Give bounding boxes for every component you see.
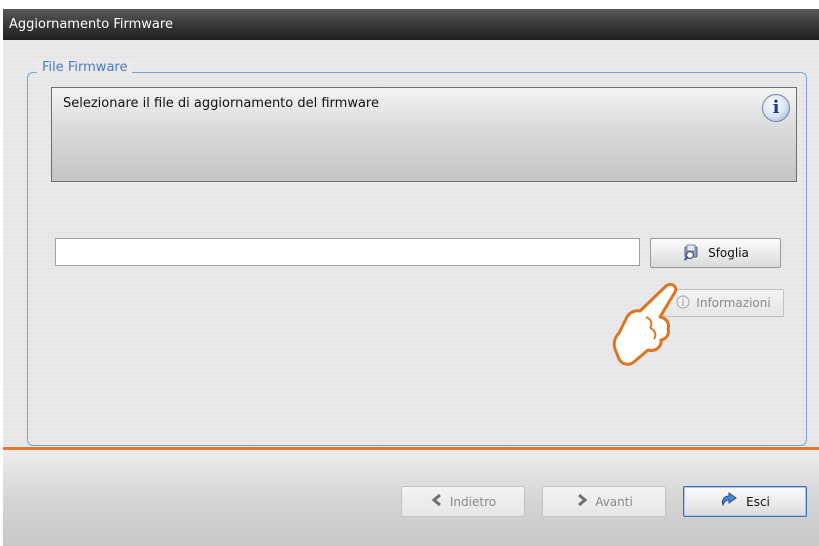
instruction-panel: Selezionare il file di aggiornamento del… bbox=[51, 87, 797, 182]
info-button-label: Informazioni bbox=[696, 296, 771, 310]
chevron-left-icon bbox=[430, 493, 444, 510]
window-title: Aggiornamento Firmware bbox=[3, 9, 819, 40]
back-button[interactable]: Indietro bbox=[401, 486, 525, 517]
next-button-label: Avanti bbox=[595, 494, 633, 509]
browse-button[interactable]: Sfoglia bbox=[650, 238, 781, 268]
instruction-text: Selezionare il file di aggiornamento del… bbox=[63, 96, 379, 111]
folder-search-icon bbox=[682, 243, 702, 264]
groupbox-legend: File Firmware bbox=[37, 60, 133, 76]
wizard-footer: Indietro Avanti Esci bbox=[3, 450, 819, 546]
hand-pointer-icon bbox=[608, 277, 683, 372]
firmware-update-window: Aggiornamento Firmware File Firmware Sel… bbox=[3, 9, 819, 546]
exit-icon bbox=[720, 492, 740, 511]
exit-button[interactable]: Esci bbox=[683, 486, 807, 517]
browse-button-label: Sfoglia bbox=[708, 246, 749, 260]
firmware-file-path-input[interactable] bbox=[55, 238, 640, 266]
exit-button-label: Esci bbox=[746, 494, 770, 509]
info-icon: i bbox=[762, 94, 790, 122]
back-button-label: Indietro bbox=[449, 494, 497, 509]
next-button[interactable]: Avanti bbox=[542, 486, 666, 517]
chevron-right-icon bbox=[575, 493, 589, 510]
content-area: File Firmware Selezionare il file di agg… bbox=[3, 40, 819, 478]
